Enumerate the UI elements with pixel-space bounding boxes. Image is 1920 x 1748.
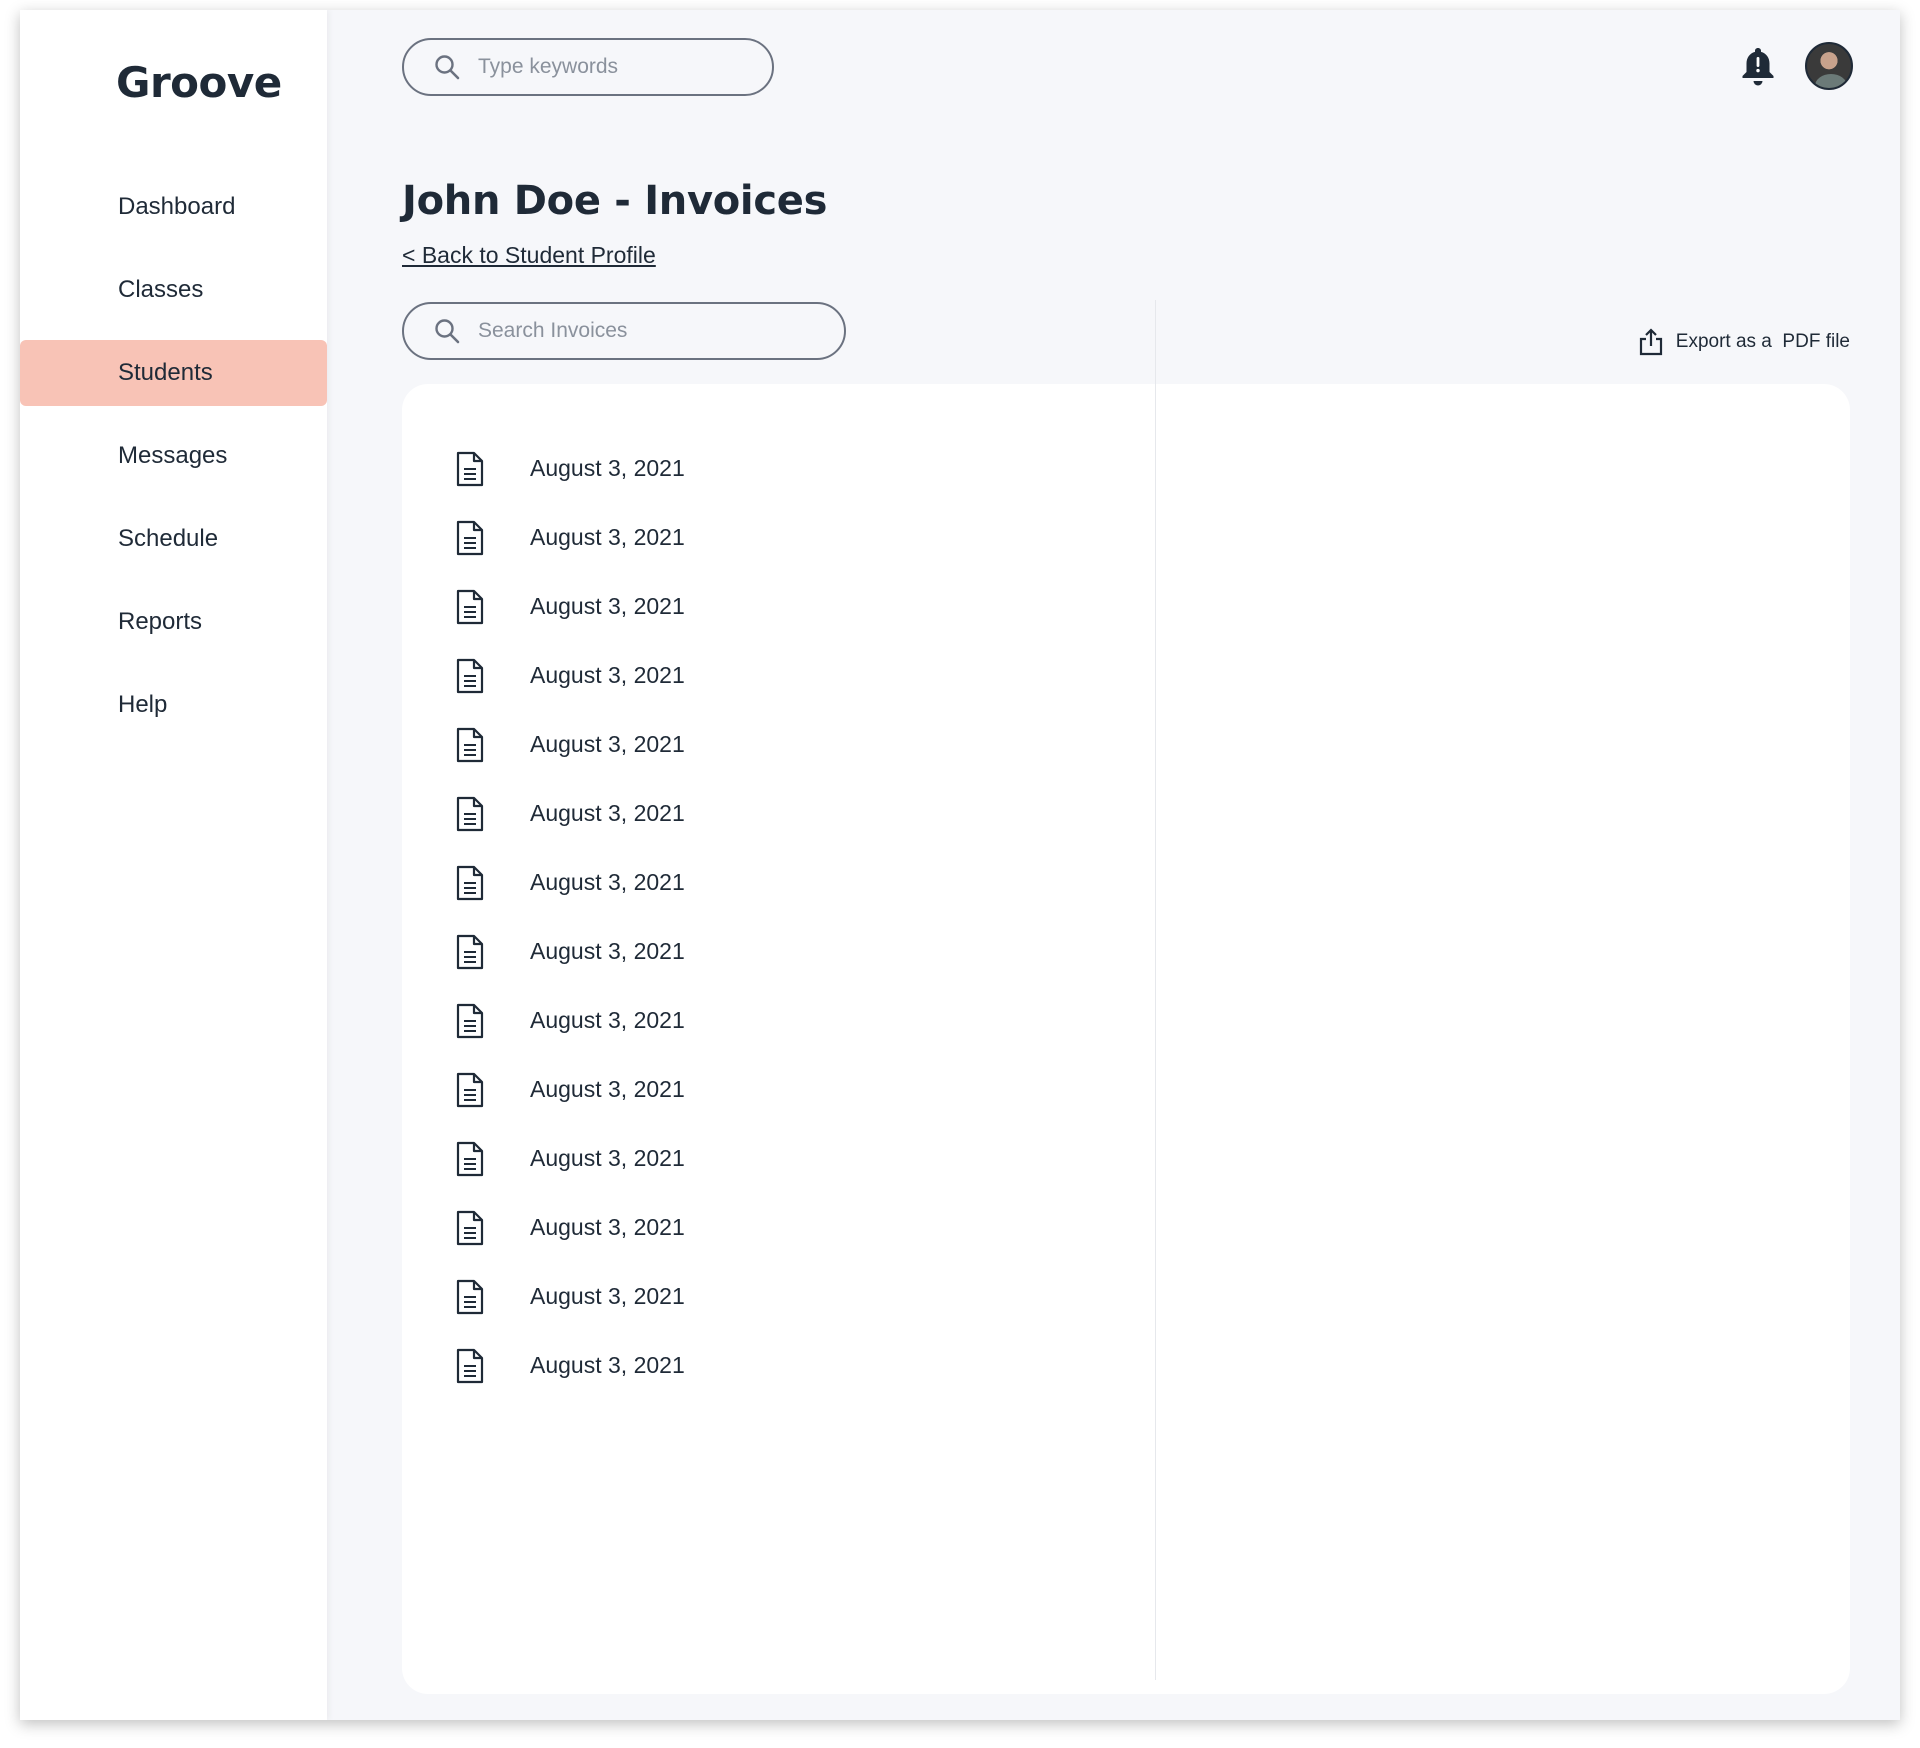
invoice-date: August 3, 2021 [530,938,685,964]
sidebar-item-schedule[interactable]: Schedule [20,506,327,572]
invoice-date: August 3, 2021 [530,593,685,619]
document-icon [456,796,484,831]
sidebar-nav: Dashboard Classes Students Messages Sche… [20,174,327,755]
invoice-list-item[interactable]: August 3, 2021 [402,779,1102,848]
document-icon [456,1003,484,1038]
page-title: John Doe - Invoices [402,178,828,224]
bell-alert-icon[interactable] [1738,44,1778,88]
document-icon [456,589,484,624]
invoice-search-input[interactable] [478,319,738,343]
invoice-date: August 3, 2021 [530,1214,685,1240]
document-icon [456,1072,484,1107]
invoice-list-item[interactable]: August 3, 2021 [402,1124,1102,1193]
invoice-panel: August 3, 2021 August 3, 2021 August 3, … [402,384,1850,1694]
invoice-date: August 3, 2021 [530,731,685,757]
document-icon [456,1279,484,1314]
sidebar-item-label: Reports [118,608,203,635]
sidebar-item-label: Classes [118,276,204,303]
invoice-date: August 3, 2021 [530,869,685,895]
document-icon [456,1141,484,1176]
document-icon [456,1348,484,1383]
keyword-search-input[interactable] [478,55,738,79]
invoice-list: August 3, 2021 August 3, 2021 August 3, … [402,434,1102,1400]
sidebar-item-reports[interactable]: Reports [20,589,327,655]
invoice-list-item[interactable]: August 3, 2021 [402,503,1102,572]
sidebar-item-label: Schedule [118,525,219,552]
export-pdf-button[interactable]: Export as a PDF file [1638,328,1850,356]
sidebar-item-classes[interactable]: Classes [20,257,327,323]
invoice-date: August 3, 2021 [530,1076,685,1102]
invoice-list-item[interactable]: August 3, 2021 [402,434,1102,503]
document-icon [456,520,484,555]
sidebar-item-dashboard[interactable]: Dashboard [20,174,327,240]
sidebar: Groove Dashboard Classes Students Messag… [20,10,327,1720]
invoice-date: August 3, 2021 [530,1007,685,1033]
invoice-list-item[interactable]: August 3, 2021 [402,710,1102,779]
sidebar-item-messages[interactable]: Messages [20,423,327,489]
sidebar-item-help[interactable]: Help [20,672,327,738]
invoice-date: August 3, 2021 [530,524,685,550]
app-window: Groove Dashboard Classes Students Messag… [20,10,1900,1720]
invoice-list-item[interactable]: August 3, 2021 [402,1331,1102,1400]
invoice-list-item[interactable]: August 3, 2021 [402,1262,1102,1331]
document-icon [456,451,484,486]
invoice-list-item[interactable]: August 3, 2021 [402,572,1102,641]
invoice-list-item[interactable]: August 3, 2021 [402,986,1102,1055]
invoice-date: August 3, 2021 [530,1145,685,1171]
panel-divider [1155,300,1156,1680]
document-icon [456,1210,484,1245]
document-icon [456,658,484,693]
sidebar-item-label: Messages [118,442,228,469]
invoice-date: August 3, 2021 [530,455,685,481]
user-avatar[interactable] [1805,42,1853,90]
app-logo[interactable]: Groove [116,58,282,107]
document-icon [456,727,484,762]
invoice-list-item[interactable]: August 3, 2021 [402,641,1102,710]
sidebar-item-label: Dashboard [118,193,236,220]
share-export-icon [1639,328,1662,356]
back-to-profile-link[interactable]: < Back to Student Profile [402,242,656,269]
document-icon [456,934,484,969]
sidebar-item-students[interactable]: Students [20,340,327,406]
invoice-list-item[interactable]: August 3, 2021 [402,1193,1102,1262]
search-icon [435,319,460,344]
search-icon [435,55,460,80]
invoice-list-item[interactable]: August 3, 2021 [402,917,1102,986]
invoice-list-item[interactable]: August 3, 2021 [402,848,1102,917]
invoice-date: August 3, 2021 [530,662,685,688]
document-icon [456,865,484,900]
sidebar-item-label: Help [118,691,168,718]
invoice-list-item[interactable]: August 3, 2021 [402,1055,1102,1124]
sidebar-item-label: Students [118,359,213,386]
invoice-date: August 3, 2021 [530,800,685,826]
export-label: Export as a PDF file [1675,331,1850,352]
invoice-date: August 3, 2021 [530,1352,685,1378]
invoice-date: August 3, 2021 [530,1283,685,1309]
keyword-search-box[interactable] [402,38,774,96]
invoice-search-box[interactable] [402,302,846,360]
